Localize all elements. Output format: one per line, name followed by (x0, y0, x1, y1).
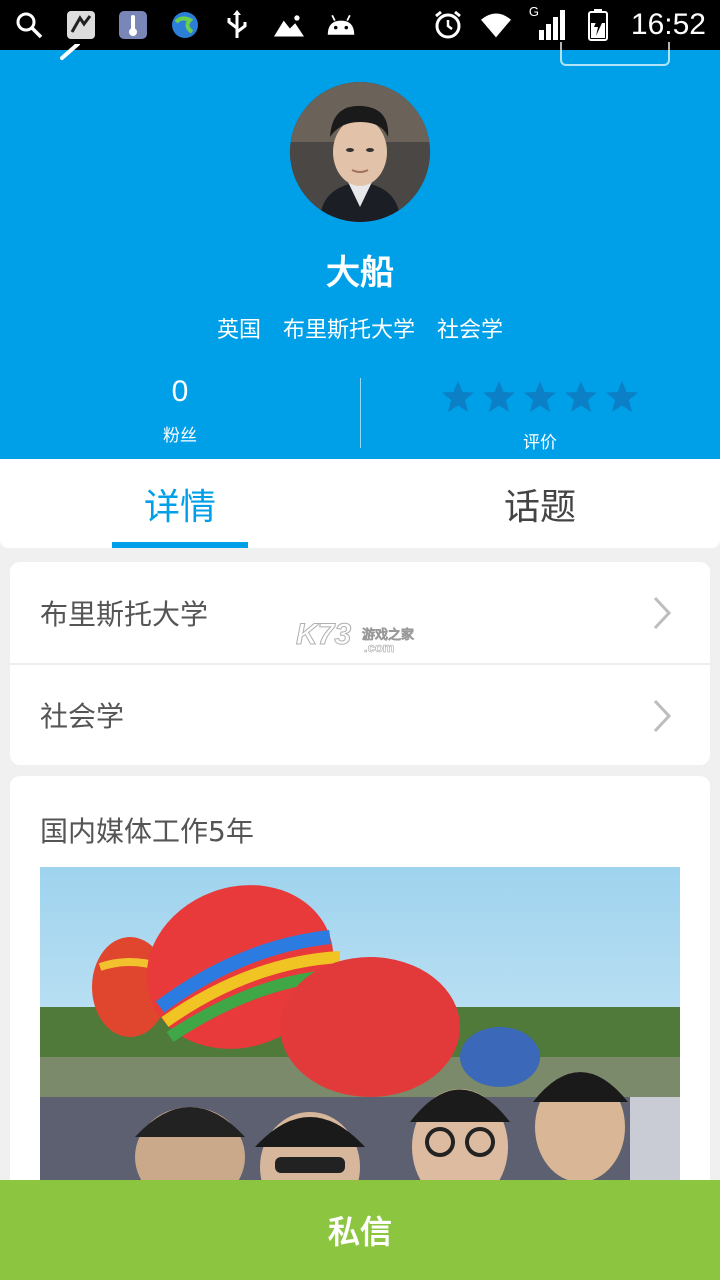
fans-stat[interactable]: 0 粉丝 (0, 375, 360, 446)
avatar (290, 82, 430, 222)
follow-button[interactable] (560, 42, 670, 66)
info-card: 布里斯托大学 社会学 (10, 562, 710, 765)
browser-icon (170, 10, 200, 40)
active-tab-indicator (112, 542, 248, 548)
rating-stat[interactable]: 评价 (360, 380, 720, 453)
profile-name: 大船 (326, 253, 394, 293)
fans-count: 0 (171, 375, 189, 408)
android-icon (326, 10, 356, 40)
bio-card: 国内媒体工作5年 (10, 776, 710, 1196)
thermometer-icon (118, 10, 148, 40)
profile-meta: 英国 布里斯托大学 社会学 (0, 312, 720, 344)
profile-country: 英国 (216, 318, 261, 343)
chevron-right-icon (653, 596, 672, 630)
rating-stars (360, 380, 720, 416)
watermark-domain: .com (364, 640, 395, 656)
alarm-icon (433, 10, 463, 40)
usb-icon (222, 10, 252, 40)
profile-university: 布里斯托大学 (282, 318, 415, 343)
profile-major: 社会学 (437, 318, 504, 343)
bio-text: 国内媒体工作5年 (40, 815, 254, 848)
signal-icon: G (529, 4, 565, 40)
message-button-label: 私信 (327, 1213, 392, 1251)
star-icon (565, 381, 597, 412)
info-row-label: 社会学 (40, 699, 125, 733)
clock: 16:52 (630, 8, 706, 41)
chevron-right-icon (653, 699, 672, 733)
tab-details-label: 详情 (143, 486, 216, 528)
tab-details[interactable]: 详情 (0, 459, 360, 548)
rating-label: 评价 (523, 433, 557, 453)
profile-tabs: 详情 话题 (0, 459, 720, 548)
info-row-label: 布里斯托大学 (40, 597, 209, 631)
star-icon (483, 381, 515, 412)
star-icon (524, 381, 556, 412)
star-icon (442, 381, 474, 412)
search-icon (14, 10, 44, 40)
network-type-label: G (528, 4, 540, 19)
info-row-major[interactable]: 社会学 (10, 663, 710, 764)
back-button[interactable] (50, 42, 90, 74)
bio-photo[interactable] (40, 867, 680, 1196)
profile-header: 大船 英国 布里斯托大学 社会学 0 粉丝 评价 (0, 42, 720, 459)
tab-topics-label: 话题 (503, 486, 576, 528)
battery-icon (583, 9, 613, 41)
image-icon (274, 10, 304, 40)
fans-label: 粉丝 (163, 426, 197, 446)
wifi-icon (480, 10, 511, 40)
watermark: K73 游戏之家 .com (295, 618, 426, 658)
message-button[interactable]: 私信 (0, 1180, 720, 1280)
star-icon (606, 381, 638, 412)
tab-topics[interactable]: 话题 (360, 459, 720, 548)
app-icon (66, 10, 96, 40)
watermark-logo: K73 (295, 618, 352, 652)
